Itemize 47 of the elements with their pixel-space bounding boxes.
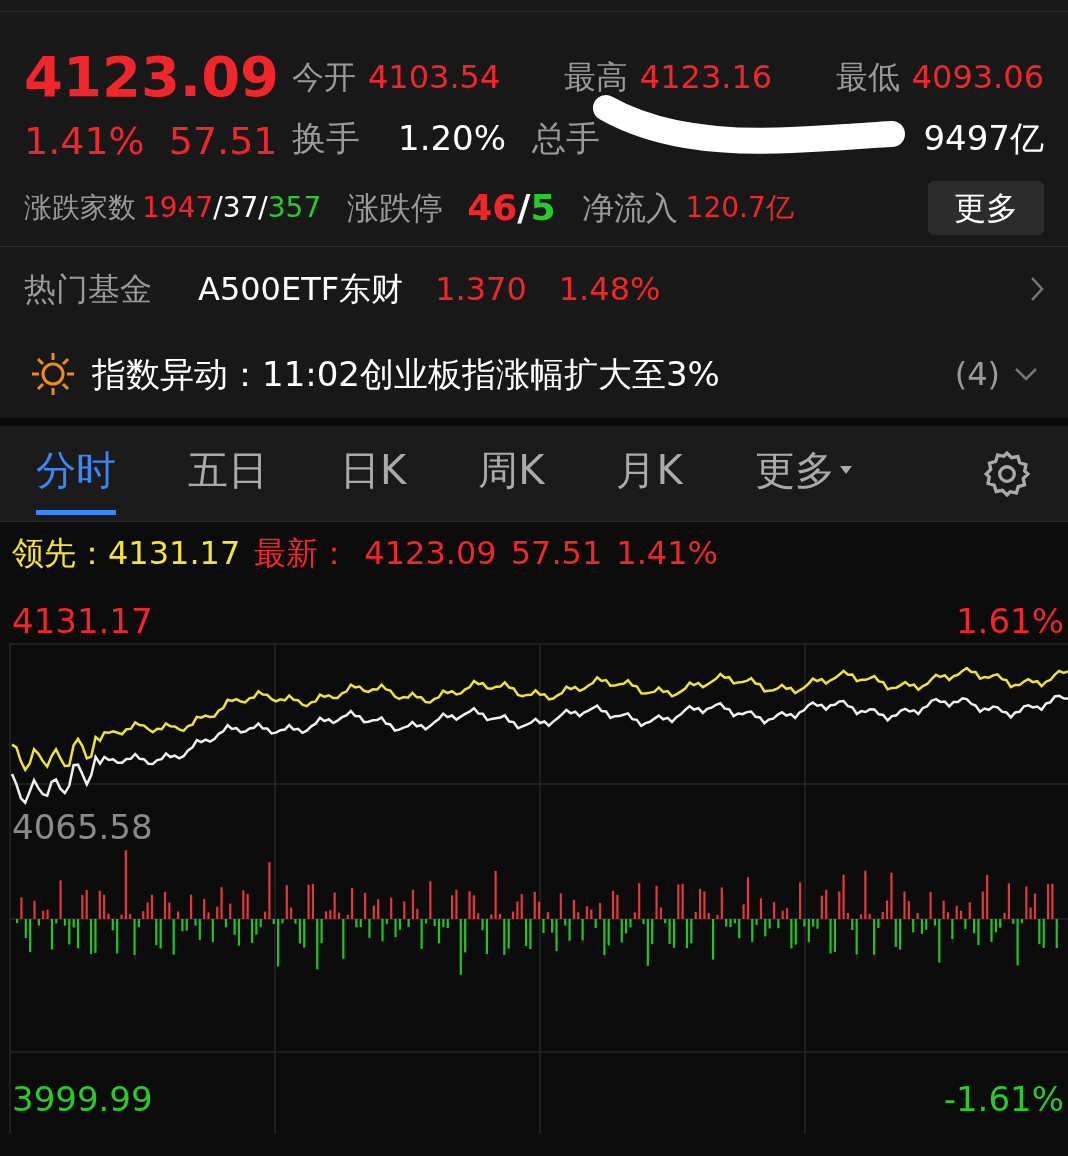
stat-label: 换手 xyxy=(292,116,360,160)
advance-decline-count: 1947/37/357 xyxy=(142,190,322,226)
stat-label: 涨跌家数 xyxy=(24,190,136,226)
chart-tab[interactable]: 周K xyxy=(478,432,545,515)
axis-label: 4065.58 xyxy=(12,806,153,849)
alert-text[interactable]: 指数异动：11:02创业板指涨幅扩大至3% xyxy=(92,348,720,400)
index-price: 4123.09 xyxy=(24,43,280,111)
caret-icon xyxy=(838,465,853,475)
fund-name[interactable]: A500ETF东财 xyxy=(198,264,404,313)
stat-value: 4093.06 xyxy=(911,57,1044,98)
sun-icon xyxy=(30,351,76,397)
axis-label: -1.61% xyxy=(943,1078,1064,1121)
stat-label: 总手 xyxy=(532,116,600,160)
latest-change: 57.51 xyxy=(510,533,603,574)
stat-value: 120.7亿 xyxy=(685,190,794,226)
change-value: 57.51 xyxy=(168,118,278,164)
chart-tab[interactable]: 五日 xyxy=(188,432,268,515)
stat-label: 净流入 xyxy=(581,188,678,229)
more-button[interactable]: 更多 xyxy=(928,181,1044,235)
axis-label: 1.61% xyxy=(956,600,1064,643)
latest-value: 4123.09 xyxy=(364,533,497,574)
stat-label: 涨跌停 xyxy=(347,188,444,229)
axis-label: 4131.17 xyxy=(12,600,153,643)
latest-label: 最新： xyxy=(254,533,351,574)
change-percent: 1.41% xyxy=(24,118,145,164)
chevron-right-icon[interactable] xyxy=(1030,275,1044,302)
section-label: 热门基金 xyxy=(24,268,152,310)
settings-icon[interactable] xyxy=(982,448,1032,499)
stat-label: 最低 xyxy=(835,57,900,98)
stat-label: 最高 xyxy=(563,57,628,98)
stat-value: 9497亿 xyxy=(923,116,1044,160)
latest-percent: 1.41% xyxy=(616,533,718,574)
chevron-down-icon[interactable] xyxy=(1014,367,1038,381)
chart-tab[interactable]: 月K xyxy=(616,432,683,515)
stat-value: 4123.16 xyxy=(639,57,773,98)
stat-label: 今开 xyxy=(292,57,356,98)
stat-value: 1.20% xyxy=(398,116,506,160)
limit-count: 46/5 xyxy=(467,186,556,230)
fund-change: 1.48% xyxy=(558,268,661,310)
chart-tab[interactable]: 日K xyxy=(340,432,407,515)
leading-label: 领先：4131.17 xyxy=(12,533,241,574)
fund-price: 1.370 xyxy=(435,268,527,310)
more-menu-tab[interactable]: 更多 xyxy=(754,432,853,515)
stat-value: 4103.54 xyxy=(368,57,501,98)
chart-tab[interactable]: 分时 xyxy=(36,432,116,515)
alert-count: (4) xyxy=(954,354,1000,395)
axis-label: 3999.99 xyxy=(12,1078,153,1121)
